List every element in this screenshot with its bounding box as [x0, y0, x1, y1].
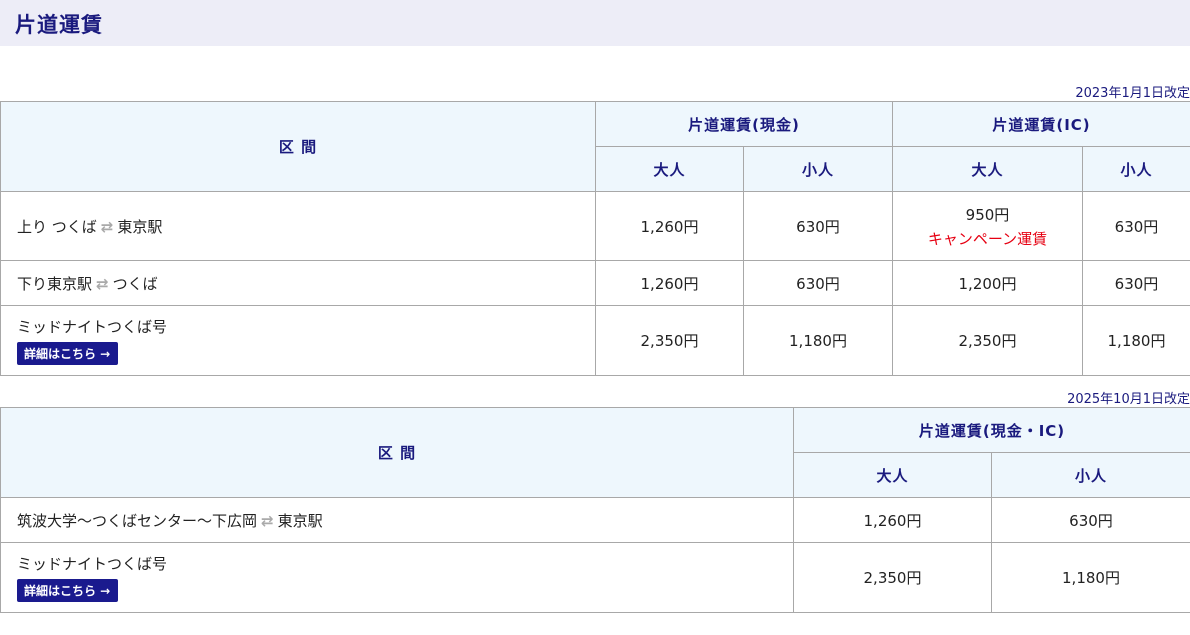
bidirectional-arrow-icon: ⇄ [96, 274, 109, 293]
fare-ic-adult: 950円 [965, 205, 1010, 224]
header-section: 区 間 [0, 101, 596, 192]
header-ic-child: 小人 [1082, 146, 1190, 192]
page-title: 片道運賃 [15, 13, 103, 37]
table-row: 上り つくば ⇄ 東京駅 1,260円 630円 950円 キャンペーン運賃 630… [0, 191, 1190, 261]
bidirectional-arrow-icon: ⇄ [100, 217, 114, 236]
header-cash-fare: 片道運賃(現金) [595, 101, 893, 147]
details-button[interactable]: 詳細はこちら → [17, 579, 119, 602]
header-cash-adult: 大人 [595, 146, 744, 192]
header-adult: 大人 [793, 452, 992, 498]
header-ic-adult: 大人 [892, 146, 1083, 192]
table-row: 下り東京駅 ⇄ つくば 1,260円 630円 1,200円 630円 [0, 260, 1190, 306]
fare-ic-child: 1,180円 [1082, 305, 1190, 376]
header-section: 区 間 [0, 407, 794, 498]
header-cash-child: 小人 [743, 146, 893, 192]
fare-cash-child: 630円 [743, 191, 893, 261]
bidirectional-arrow-icon: ⇄ [261, 511, 274, 530]
header-fare: 片道運賃(現金・IC) [793, 407, 1190, 453]
route-cell: 筑波大学〜つくばセンター〜下広岡 ⇄ 東京駅 [0, 497, 794, 543]
route-origin: 下り東京駅 [17, 274, 93, 293]
revision-date-2023: 2023年1月1日改定 [1075, 86, 1190, 101]
route-origin: 上り つくば [17, 217, 97, 236]
table-row: ミッドナイトつくば号 詳細はこちら → 2,350円 1,180円 2,350円… [0, 305, 1190, 376]
fare-adult: 2,350円 [793, 542, 992, 613]
route-destination: 東京駅 [277, 511, 323, 530]
fare-cash-child: 1,180円 [743, 305, 893, 376]
route-cell: ミッドナイトつくば号 詳細はこちら → [0, 542, 794, 613]
header-child: 小人 [991, 452, 1190, 498]
route-origin: 筑波大学〜つくばセンター〜下広岡 [17, 511, 258, 530]
fare-ic-adult: 1,200円 [892, 260, 1083, 306]
details-button[interactable]: 詳細はこちら → [17, 342, 119, 365]
fare-child: 630円 [991, 497, 1190, 543]
route-name: ミッドナイトつくば号 [17, 318, 168, 336]
route-destination: つくば [112, 274, 158, 293]
route-cell: ミッドナイトつくば号 詳細はこちら → [0, 305, 596, 376]
fare-cash-adult: 1,260円 [595, 260, 744, 306]
fare-ic-adult: 2,350円 [892, 305, 1083, 376]
table-row: ミッドナイトつくば号 詳細はこちら → 2,350円 1,180円 [0, 542, 1190, 613]
fare-table-2023: 区 間 片道運賃(現金) 片道運賃(IC) 大人 小人 大人 小人 上り つくば… [0, 101, 1190, 376]
fare-ic-child: 630円 [1082, 191, 1190, 261]
route-cell: 下り東京駅 ⇄ つくば [0, 260, 596, 306]
fare-cash-adult: 2,350円 [595, 305, 744, 376]
fare-ic-adult-cell: 950円 キャンペーン運賃 [892, 191, 1083, 261]
route-destination: 東京駅 [117, 217, 163, 236]
fare-child: 1,180円 [991, 542, 1190, 613]
revision-date-2025: 2025年10月1日改定 [1067, 392, 1190, 407]
route-cell: 上り つくば ⇄ 東京駅 [0, 191, 596, 261]
route-name: ミッドナイトつくば号 [17, 555, 168, 573]
fare-cash-child: 630円 [743, 260, 893, 306]
fare-cash-adult: 1,260円 [595, 191, 744, 261]
header-ic-fare: 片道運賃(IC) [892, 101, 1190, 147]
fare-table-2025: 区 間 片道運賃(現金・IC) 大人 小人 筑波大学〜つくばセンター〜下広岡 ⇄ 東… [0, 407, 1190, 613]
fare-ic-child: 630円 [1082, 260, 1190, 306]
fare-adult: 1,260円 [793, 497, 992, 543]
table-row: 筑波大学〜つくばセンター〜下広岡 ⇄ 東京駅 1,260円 630円 [0, 497, 1190, 543]
page-title-bar: 片道運賃 [0, 0, 1190, 46]
campaign-fare-note: キャンペーン運賃 [927, 229, 1048, 248]
